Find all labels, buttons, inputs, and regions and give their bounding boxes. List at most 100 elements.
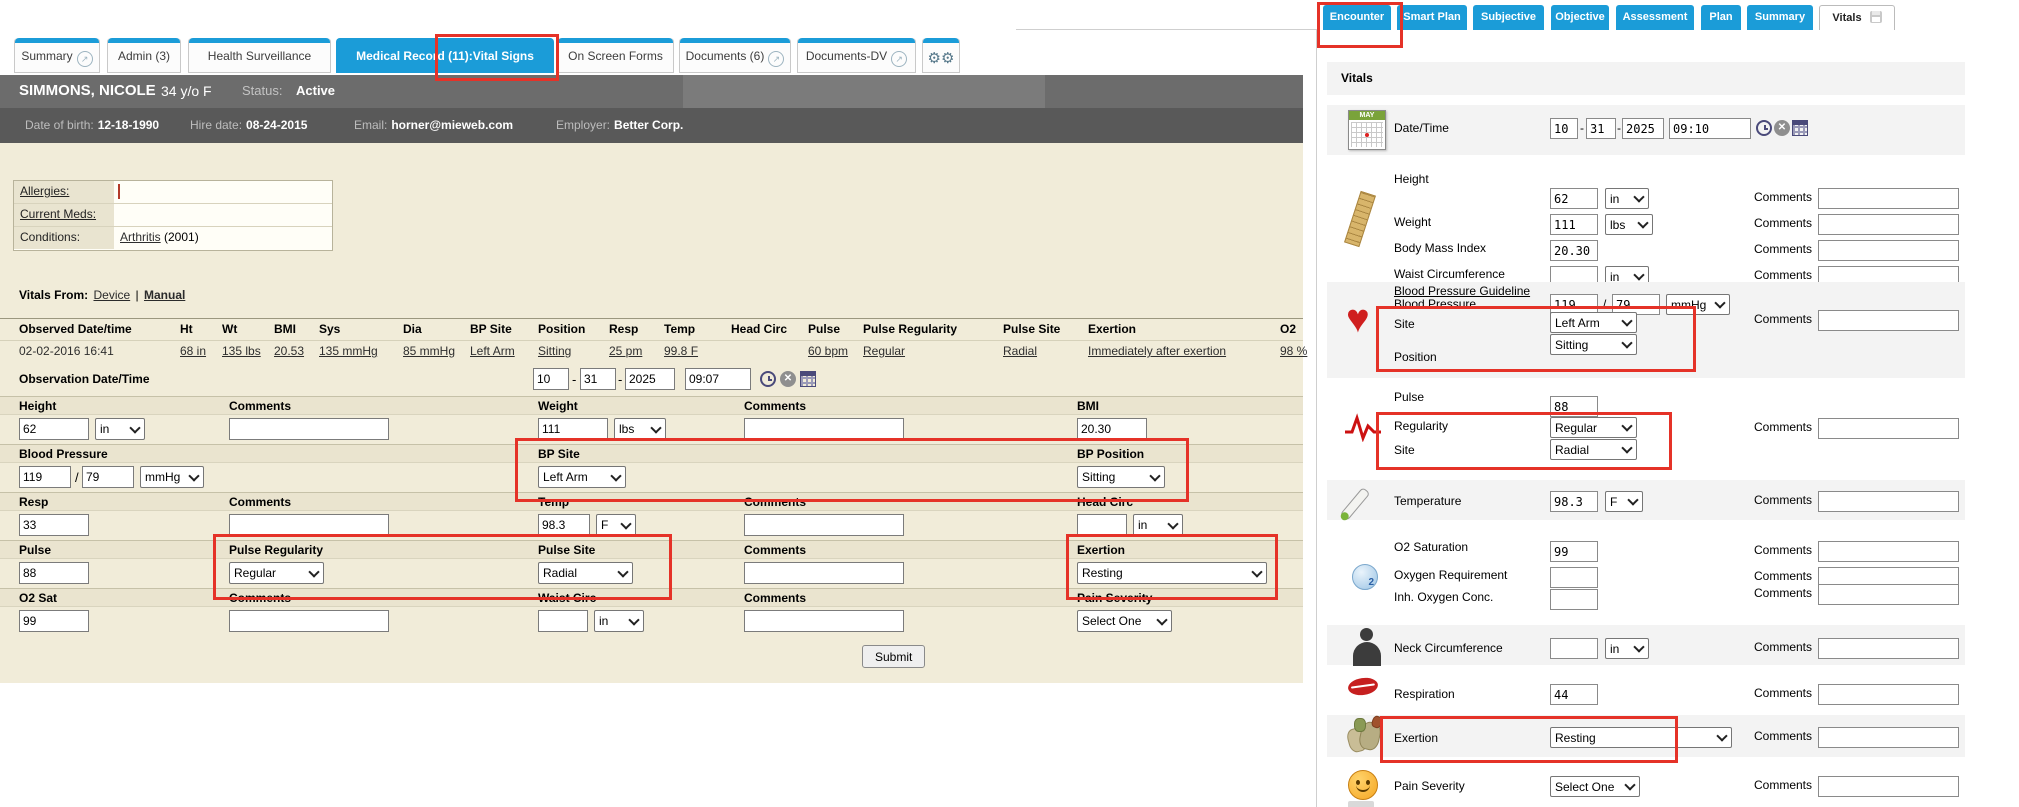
open-new-window-icon[interactable]: ↗ [77,51,93,67]
tab-health-surveillance[interactable]: Health Surveillance [188,38,331,73]
obs-time-input[interactable] [685,368,751,390]
tab-documents-6-[interactable]: Documents (6)↗ [679,38,791,73]
clock-icon[interactable] [760,371,776,387]
open-new-window-icon[interactable]: ↗ [768,51,784,67]
pain-severity-select[interactable]: Select One [1077,610,1172,632]
summary-box-label[interactable]: Current Meds: [14,204,114,226]
bp-systolic-input[interactable] [19,466,71,488]
history-value-5[interactable]: 85 mmHg [403,344,455,358]
r-weight-comments-input[interactable] [1818,214,1959,235]
r-bp-position-select[interactable]: Sitting [1550,334,1637,355]
r-inh-oxygen-input[interactable] [1550,589,1598,610]
r-height-unit-select[interactable]: in [1605,188,1649,209]
r-pulse-input[interactable] [1550,396,1598,417]
weight-unit-select[interactable]: lbs [614,418,666,440]
history-value-14[interactable]: Immediately after exertion [1088,344,1226,358]
tab-smart-plan[interactable]: Smart Plan [1397,5,1467,30]
tab-summary[interactable]: Summary [1747,5,1813,30]
resp-comments-input[interactable] [229,514,389,536]
tab-vitals-active[interactable]: Vitals [1819,5,1895,30]
weight-comments-input[interactable] [744,418,904,440]
tab-medical-record[interactable]: Medical Record (11):Vital Signs [336,38,554,73]
r-o2-sat-input[interactable] [1550,541,1598,562]
submit-button[interactable]: Submit [862,645,925,668]
r-bp-site-select[interactable]: Left Arm [1550,312,1637,333]
history-value-12[interactable]: Regular [863,344,905,358]
o2-sat-input[interactable] [19,610,89,632]
history-value-15[interactable]: 98 % [1280,344,1307,358]
pulse-comments-input[interactable] [744,562,904,584]
r-bmi-input[interactable] [1550,240,1598,261]
history-value-8[interactable]: 25 pm [609,344,642,358]
r-oxygen-req-input[interactable] [1550,567,1598,588]
pulse-site-select[interactable]: Radial [538,562,633,584]
head-circ-input[interactable] [1077,514,1127,536]
r-year-input[interactable] [1622,118,1664,139]
r-inh-oxygen-comments-input[interactable] [1818,584,1959,605]
exertion-select[interactable]: Resting [1077,562,1267,584]
history-value-1[interactable]: 68 in [180,344,206,358]
bp-position-select[interactable]: Sitting [1077,466,1165,488]
temp-comments-input[interactable] [744,514,904,536]
obs-month-input[interactable] [533,368,569,390]
tab-objective[interactable]: Objective [1551,5,1609,30]
r-height-input[interactable] [1550,188,1598,209]
pulse-input[interactable] [19,562,89,584]
condition-link[interactable]: Arthritis [120,230,161,244]
history-value-11[interactable]: 60 bpm [808,344,848,358]
r-time-input[interactable] [1669,118,1751,139]
tab-assessment[interactable]: Assessment [1616,5,1694,30]
bp-unit-select[interactable]: mmHg [140,466,204,488]
r-temperature-input[interactable] [1550,491,1598,512]
clock-icon[interactable] [1756,120,1772,136]
waist-unit-select[interactable]: in [594,610,644,632]
r-exertion-comments-input[interactable] [1818,727,1959,748]
history-value-6[interactable]: Left Arm [470,344,515,358]
temp-input[interactable] [538,514,590,536]
r-neck-unit-select[interactable]: in [1605,638,1649,659]
r-pulse-comments-input[interactable] [1818,418,1959,439]
tab-subjective[interactable]: Subjective [1473,5,1544,30]
waist-comments-input[interactable] [744,610,904,632]
bp-site-select[interactable]: Left Arm [538,466,626,488]
obs-day-input[interactable] [580,368,616,390]
gear-icon[interactable]: ⚙⚙ [928,50,955,67]
bp-guideline-link[interactable]: Blood Pressure Guideline [1394,284,1530,298]
tab-gear[interactable]: ⚙⚙ [922,38,960,73]
r-temperature-comments-input[interactable] [1818,491,1959,512]
r-day-input[interactable] [1586,118,1616,139]
bp-diastolic-input[interactable] [82,466,134,488]
r-neck-input[interactable] [1550,638,1598,659]
waist-circ-input[interactable] [538,610,588,632]
r-respiration-comments-input[interactable] [1818,684,1959,705]
r-regularity-select[interactable]: Regular [1550,417,1637,438]
bmi-input[interactable] [1077,418,1147,440]
r-month-input[interactable] [1550,118,1578,139]
r-weight-unit-select[interactable]: lbs [1605,214,1653,235]
history-value-4[interactable]: 135 mmHg [319,344,378,358]
vitals-from-manual-link[interactable]: Manual [144,288,185,302]
height-input[interactable] [19,418,89,440]
r-pain-comments-input[interactable] [1818,776,1959,797]
tab-documents-dv[interactable]: Documents-DV↗ [797,38,916,73]
r-bmi-comments-input[interactable] [1818,240,1959,261]
vitals-from-device-link[interactable]: Device [93,288,130,302]
open-new-window-icon[interactable]: ↗ [891,51,907,67]
r-weight-input[interactable] [1550,214,1598,235]
r-pulse-site-select[interactable]: Radial [1550,439,1637,460]
tab-admin-3-[interactable]: Admin (3) [107,38,181,73]
tab-summary[interactable]: Summary↗ [14,38,100,73]
r-height-comments-input[interactable] [1818,188,1959,209]
r-respiration-input[interactable] [1550,684,1598,705]
r-neck-comments-input[interactable] [1818,638,1959,659]
tab-plan[interactable]: Plan [1701,5,1741,30]
history-value-7[interactable]: Sitting [538,344,571,358]
summary-box-label[interactable]: Allergies: [14,181,114,203]
height-comments-input[interactable] [229,418,389,440]
temp-unit-select[interactable]: F [596,514,636,536]
history-value-9[interactable]: 99.8 F [664,344,698,358]
clear-date-icon[interactable]: ✕ [1774,120,1790,136]
r-temperature-unit-select[interactable]: F [1605,491,1643,512]
obs-year-input[interactable] [625,368,675,390]
history-value-13[interactable]: Radial [1003,344,1037,358]
